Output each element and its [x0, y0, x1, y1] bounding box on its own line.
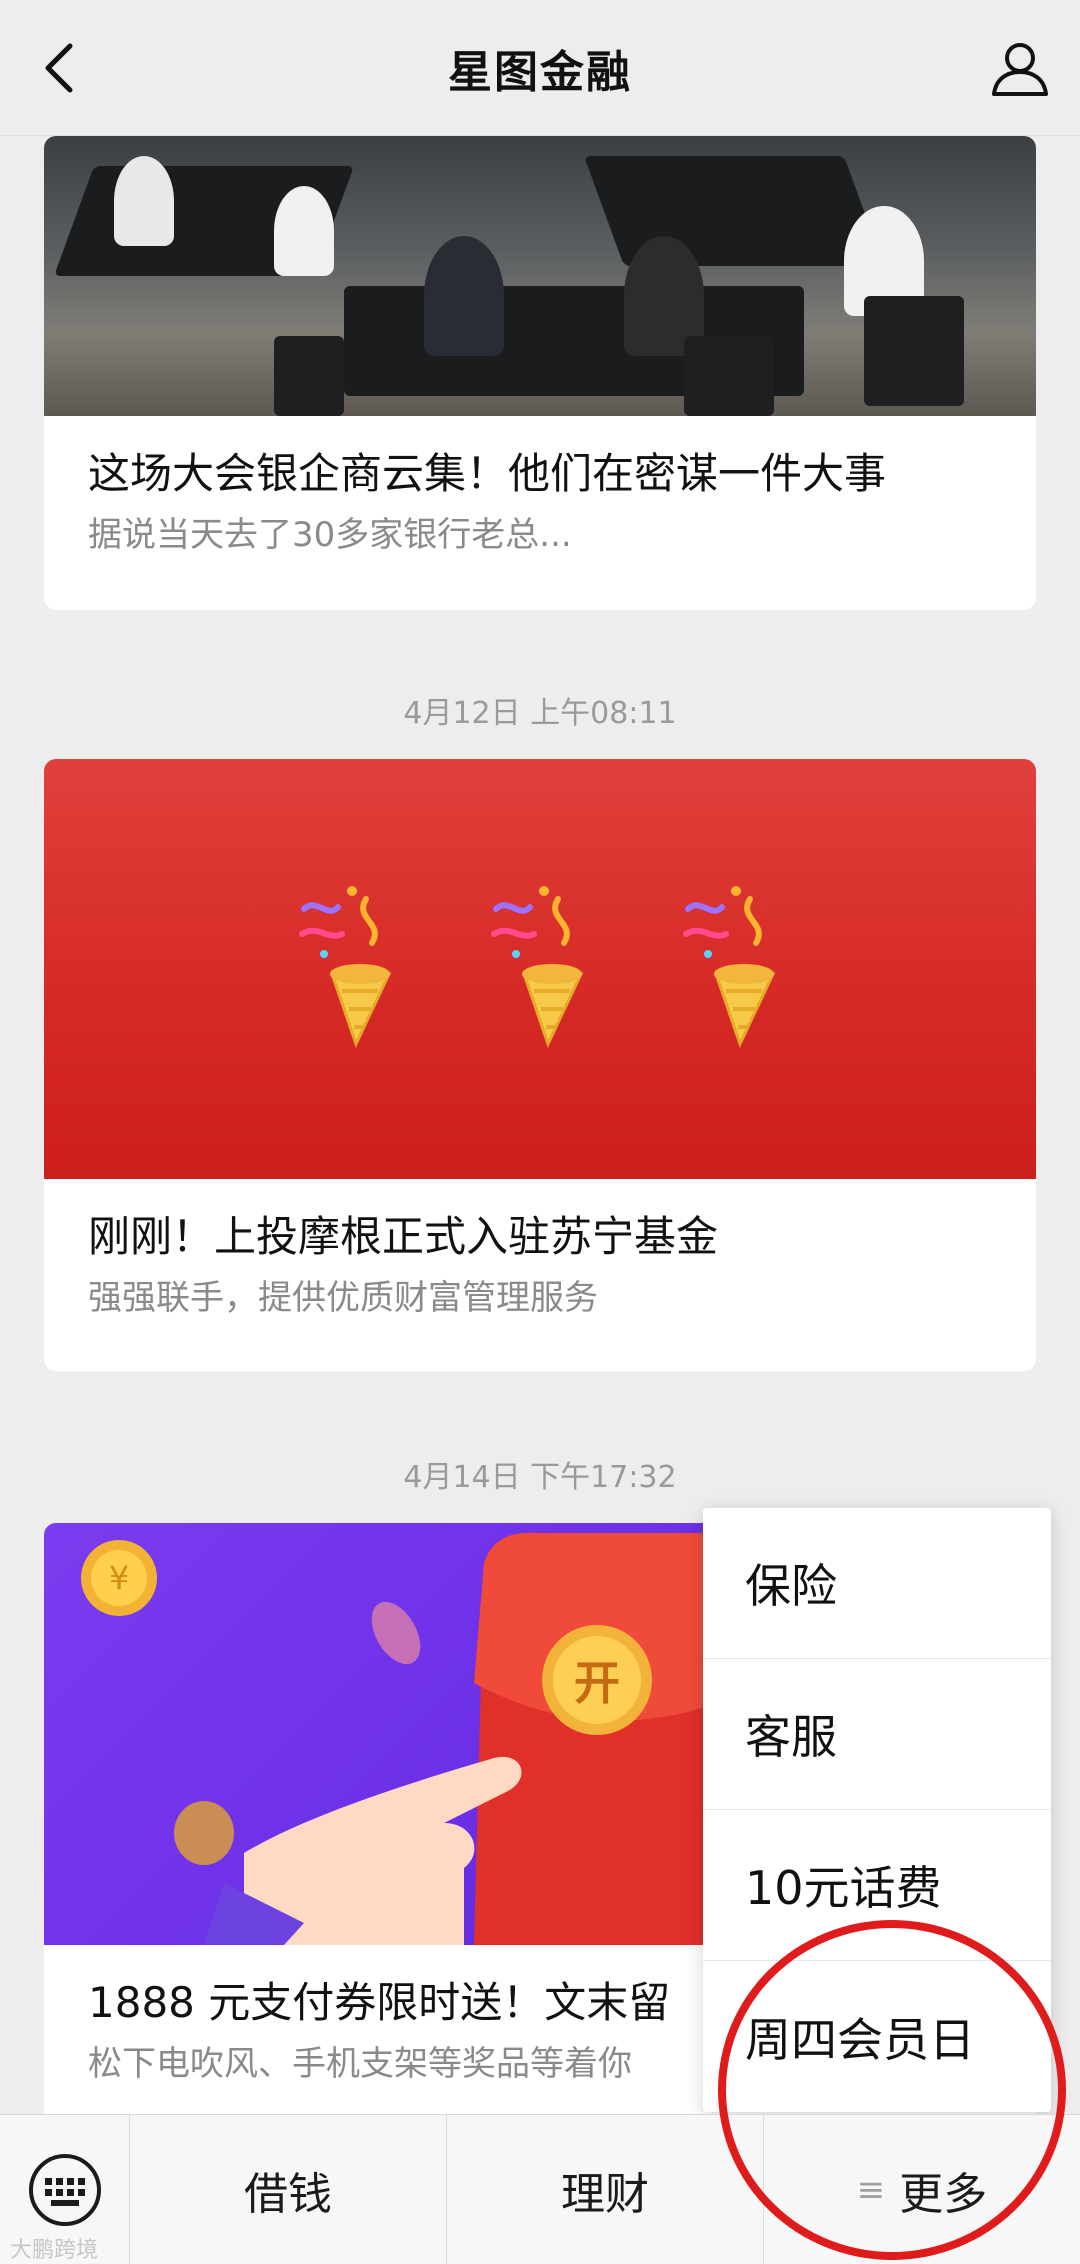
timestamp: 4月12日 上午08:11: [403, 696, 677, 731]
article-title: 这场大会银企商云集！他们在密谋一件大事: [88, 449, 887, 498]
open-badge: 开: [574, 1656, 620, 1710]
tab-wealth[interactable]: 理财: [447, 2115, 764, 2264]
article-card-1[interactable]: 这场大会银企商云集！他们在密谋一件大事 据说当天去了30多家银行老总...: [44, 136, 1036, 610]
party-popper-icon: [683, 886, 776, 1048]
article-title: 刚刚！上投摩根正式入驻苏宁基金: [88, 1212, 719, 1261]
svg-text:¥: ¥: [109, 1559, 129, 1597]
tab-label: 理财: [561, 2168, 649, 2220]
tab-borrow[interactable]: 借钱: [130, 2115, 447, 2264]
more-menu-popup: 保险 客服 10元话费 周四会员日: [703, 1508, 1051, 2112]
menu-lines-icon: ≡: [856, 2169, 886, 2210]
celebration-banner: [44, 759, 1036, 1179]
top-bar: 星图金融: [0, 0, 1080, 136]
menu-item-phone-credit[interactable]: 10元话费: [703, 1810, 1051, 1961]
tab-label: 借钱: [244, 2168, 332, 2220]
menu-item-customer-service[interactable]: 客服: [703, 1659, 1051, 1810]
watermark: 大鹏跨境: [10, 2238, 99, 2263]
party-popper-icon: [491, 886, 584, 1048]
menu-item-insurance[interactable]: 保险: [703, 1508, 1051, 1659]
timestamp: 4月14日 下午17:32: [403, 1460, 677, 1495]
tab-label: 更多: [899, 2168, 988, 2220]
chevron-left-icon: [45, 43, 73, 93]
keyboard-icon: [28, 2154, 101, 2226]
party-popper-icon: [299, 886, 392, 1048]
tab-more[interactable]: ≡ 更多: [764, 2115, 1080, 2264]
back-button[interactable]: [30, 38, 90, 98]
profile-button[interactable]: [988, 36, 1052, 100]
meeting-photo: [44, 136, 1036, 416]
article-card-2[interactable]: 刚刚！上投摩根正式入驻苏宁基金 强强联手，提供优质财富管理服务: [44, 759, 1036, 1371]
user-icon: [992, 43, 1048, 96]
page-title: 星图金融: [448, 46, 632, 98]
menu-item-member-day[interactable]: 周四会员日: [703, 1961, 1051, 2112]
article-summary: 据说当天去了30多家银行老总...: [88, 515, 572, 555]
article-summary: 强强联手，提供优质财富管理服务: [88, 1278, 598, 1318]
bottom-menu-bar: 借钱 理财 ≡ 更多: [0, 2114, 1080, 2264]
